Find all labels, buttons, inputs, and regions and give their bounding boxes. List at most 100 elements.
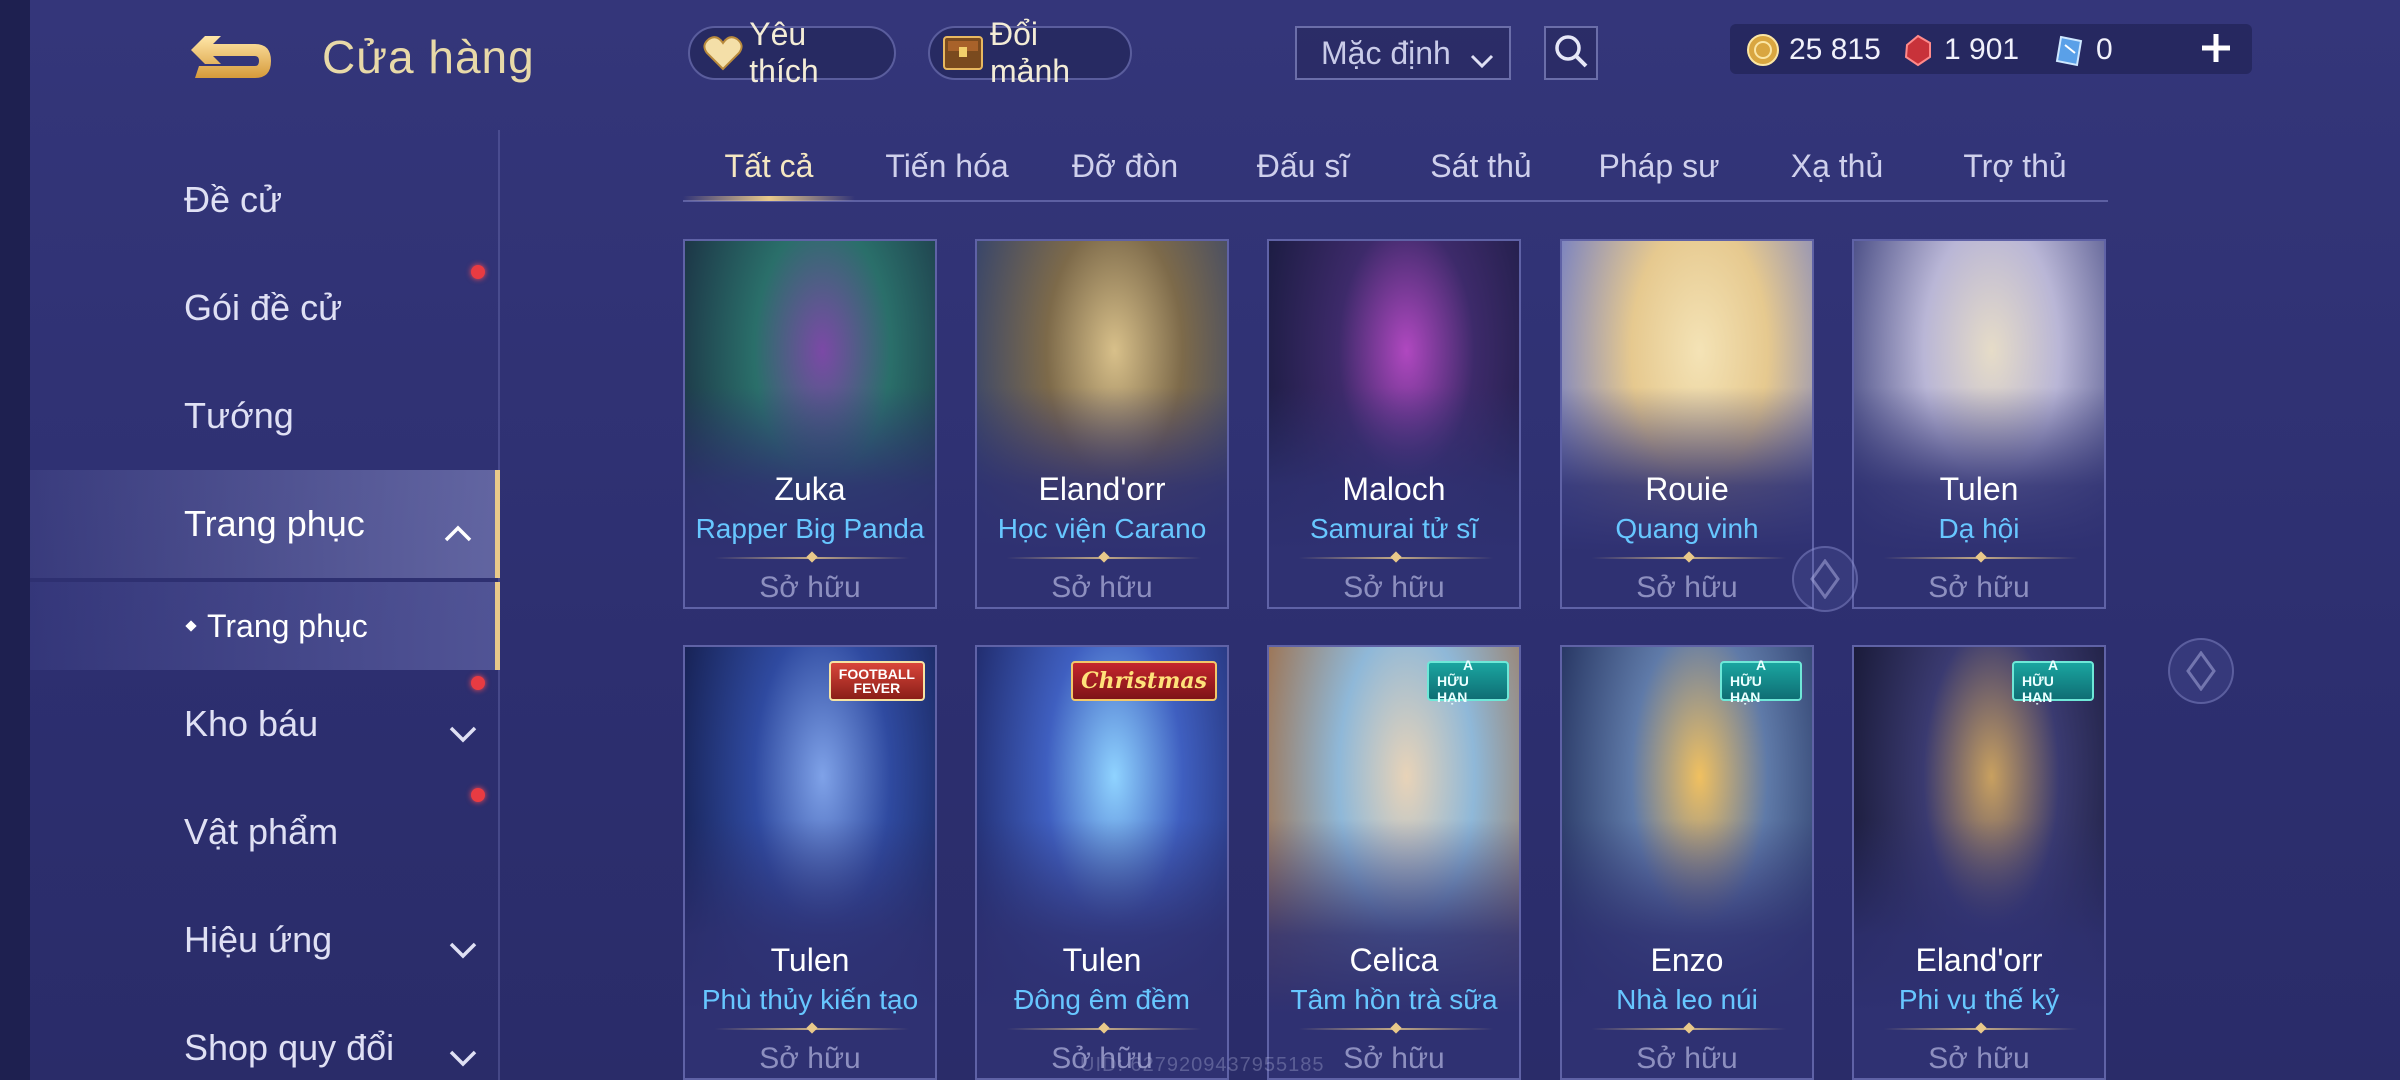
sidebar-item-heroes[interactable]: Tướng	[30, 366, 500, 466]
token-balance: 0	[2052, 30, 2113, 70]
sidebar-item-label: Vật phẩm	[184, 811, 339, 852]
skin-card[interactable]: Enzo Nhà leo núi Sở hữu A HỮU HẠN	[1560, 645, 1814, 1080]
card-divider	[1592, 1028, 1786, 1030]
card-divider	[1884, 557, 2078, 559]
card-divider	[1299, 557, 1493, 559]
sidebar-item-label: Đề cử	[184, 179, 283, 220]
ruby-icon	[1900, 32, 1936, 68]
badge-text: FEVER	[853, 680, 901, 696]
sidebar-item-recommended-packs[interactable]: Gói đề cử	[30, 258, 500, 358]
voucher-icon	[2052, 32, 2088, 68]
sidebar-item-treasure[interactable]: Kho báu	[30, 674, 500, 774]
add-currency-button[interactable]	[2196, 28, 2236, 68]
gold-balance: 25 815	[1745, 30, 1881, 70]
hero-name: Celica	[1349, 942, 1439, 978]
sidebar-item-items[interactable]: Vật phẩm	[30, 782, 500, 882]
card-divider	[1884, 1028, 2078, 1030]
sidebar-item-recommended[interactable]: Đề cử	[30, 150, 500, 250]
treasure-chest-icon	[942, 31, 984, 75]
skin-name: Rapper Big Panda	[695, 513, 925, 544]
hero-name: Rouie	[1645, 471, 1729, 507]
owned-status: Sở hữu	[759, 1042, 861, 1075]
skin-name: Tâm hồn trà sữa	[1290, 984, 1498, 1015]
sidebar-item-effects[interactable]: Hiệu ứng	[30, 890, 500, 990]
back-button[interactable]	[185, 34, 277, 88]
page-title: Cửa hàng	[322, 31, 535, 83]
skin-card[interactable]: Maloch Samurai tử sĩ Sở hữu	[1267, 239, 1521, 609]
heart-icon	[702, 31, 743, 75]
skin-card[interactable]: Eland'orr Học viện Carano Sở hữu	[975, 239, 1229, 609]
badge-text: FOOTBALL	[838, 666, 915, 682]
tab-assassin[interactable]: Sát thủ	[1395, 148, 1567, 185]
sidebar-subitem-skins[interactable]: Trang phục	[30, 582, 500, 670]
football-fever-badge: FOOTBALL FEVER	[828, 661, 925, 701]
search-button[interactable]	[1544, 26, 1598, 80]
hero-name: Enzo	[1650, 942, 1724, 978]
hero-name: Zuka	[774, 471, 846, 507]
skin-card[interactable]: Tulen Phù thủy kiến tạo Sở hữu FOOTBALL FEVE…	[683, 645, 937, 1080]
sidebar-item-skins[interactable]: Trang phục	[30, 470, 500, 578]
badge-text: HỮU HẠN	[1437, 673, 1469, 705]
card-divider	[715, 1028, 909, 1030]
notification-dot	[471, 788, 485, 802]
tab-marksman[interactable]: Xạ thủ	[1751, 148, 1923, 185]
floating-gem-icon	[2168, 638, 2234, 704]
sidebar-item-exchange-shop[interactable]: Shop quy đổi	[30, 998, 500, 1080]
badge-text: A	[1755, 657, 1767, 673]
skin-card[interactable]: Celica Tâm hồn trà sữa Sở hữu A HỮU HẠN	[1267, 645, 1521, 1080]
owned-status: Sở hữu	[1928, 571, 2030, 604]
badge-text: HỮU HẠN	[2022, 673, 2054, 705]
hero-name: Tulen	[770, 942, 850, 978]
skin-name: Phù thủy kiến tạo	[701, 984, 919, 1015]
hero-name: Tulen	[1939, 471, 2019, 507]
notification-dot	[471, 676, 485, 690]
tab-label: Trợ thủ	[1963, 148, 2067, 184]
tab-mage[interactable]: Pháp sư	[1573, 148, 1745, 185]
diamond-bullet-icon	[185, 620, 197, 632]
shard-exchange-button[interactable]: Đổi mảnh	[928, 16, 1132, 89]
tab-label: Xạ thủ	[1790, 148, 1884, 184]
sidebar-item-label: Gói đề cử	[184, 287, 343, 328]
sidebar-item-label: Trang phục	[184, 503, 365, 544]
card-divider	[1007, 1028, 1201, 1030]
left-edge	[0, 0, 30, 1080]
notification-dot	[471, 265, 485, 279]
badge-text: Christmas	[1081, 668, 1207, 694]
card-divider	[715, 557, 909, 559]
hero-name: Tulen	[1062, 942, 1142, 978]
gold-coin-icon	[1745, 32, 1781, 68]
role-filter-tabs: Tất cả Tiến hóa Đỡ đòn Đấu sĩ Sát thủ Ph…	[683, 140, 2108, 202]
sidebar-item-label: Kho báu	[184, 703, 319, 744]
skin-card[interactable]: Eland'orr Phi vụ thế kỷ Sở hữu A HỮU HẠN	[1852, 645, 2106, 1080]
skin-name: Học viện Carano	[997, 513, 1207, 544]
search-icon	[1553, 33, 1589, 74]
tab-all[interactable]: Tất cả	[683, 148, 855, 185]
sort-dropdown[interactable]: Mặc định	[1295, 26, 1511, 80]
favorites-button[interactable]: Yêu thích	[688, 16, 896, 89]
tab-evolution[interactable]: Tiến hóa	[861, 148, 1033, 185]
skin-card[interactable]: Rouie Quang vinh Sở hữu	[1560, 239, 1814, 609]
sort-value: Mặc định	[1321, 34, 1451, 71]
hero-name: Eland'orr	[1038, 471, 1166, 507]
sidebar-subitem-label: Trang phục	[207, 607, 368, 644]
owned-status: Sở hữu	[1051, 571, 1153, 604]
tab-label: Pháp sư	[1598, 148, 1720, 184]
tab-fighter[interactable]: Đấu sĩ	[1217, 148, 1389, 185]
skin-card[interactable]: Tulen Đông êm đềm Sở hữu Christmas	[975, 645, 1229, 1080]
ruby-amount: 1 901	[1944, 33, 2020, 66]
tab-tank[interactable]: Đỡ đòn	[1039, 148, 1211, 185]
tab-support[interactable]: Trợ thủ	[1929, 148, 2101, 185]
limited-badge: A HỮU HẠN	[1427, 657, 1509, 705]
owned-status: Sở hữu	[1636, 1042, 1738, 1075]
sidebar-item-label: Hiệu ứng	[184, 919, 333, 960]
ruby-balance: 1 901	[1900, 30, 2019, 70]
card-divider	[1299, 1028, 1493, 1030]
hero-name: Maloch	[1342, 471, 1446, 507]
skin-name: Dạ hội	[1938, 513, 2020, 544]
skin-card[interactable]: Tulen Dạ hội Sở hữu	[1852, 239, 2106, 609]
card-divider	[1007, 557, 1201, 559]
skin-name: Samurai tử sĩ	[1309, 513, 1479, 544]
plus-icon	[2196, 34, 2236, 72]
skin-card[interactable]: Zuka Rapper Big Panda Sở hữu	[683, 239, 937, 609]
card-divider	[1592, 557, 1786, 559]
